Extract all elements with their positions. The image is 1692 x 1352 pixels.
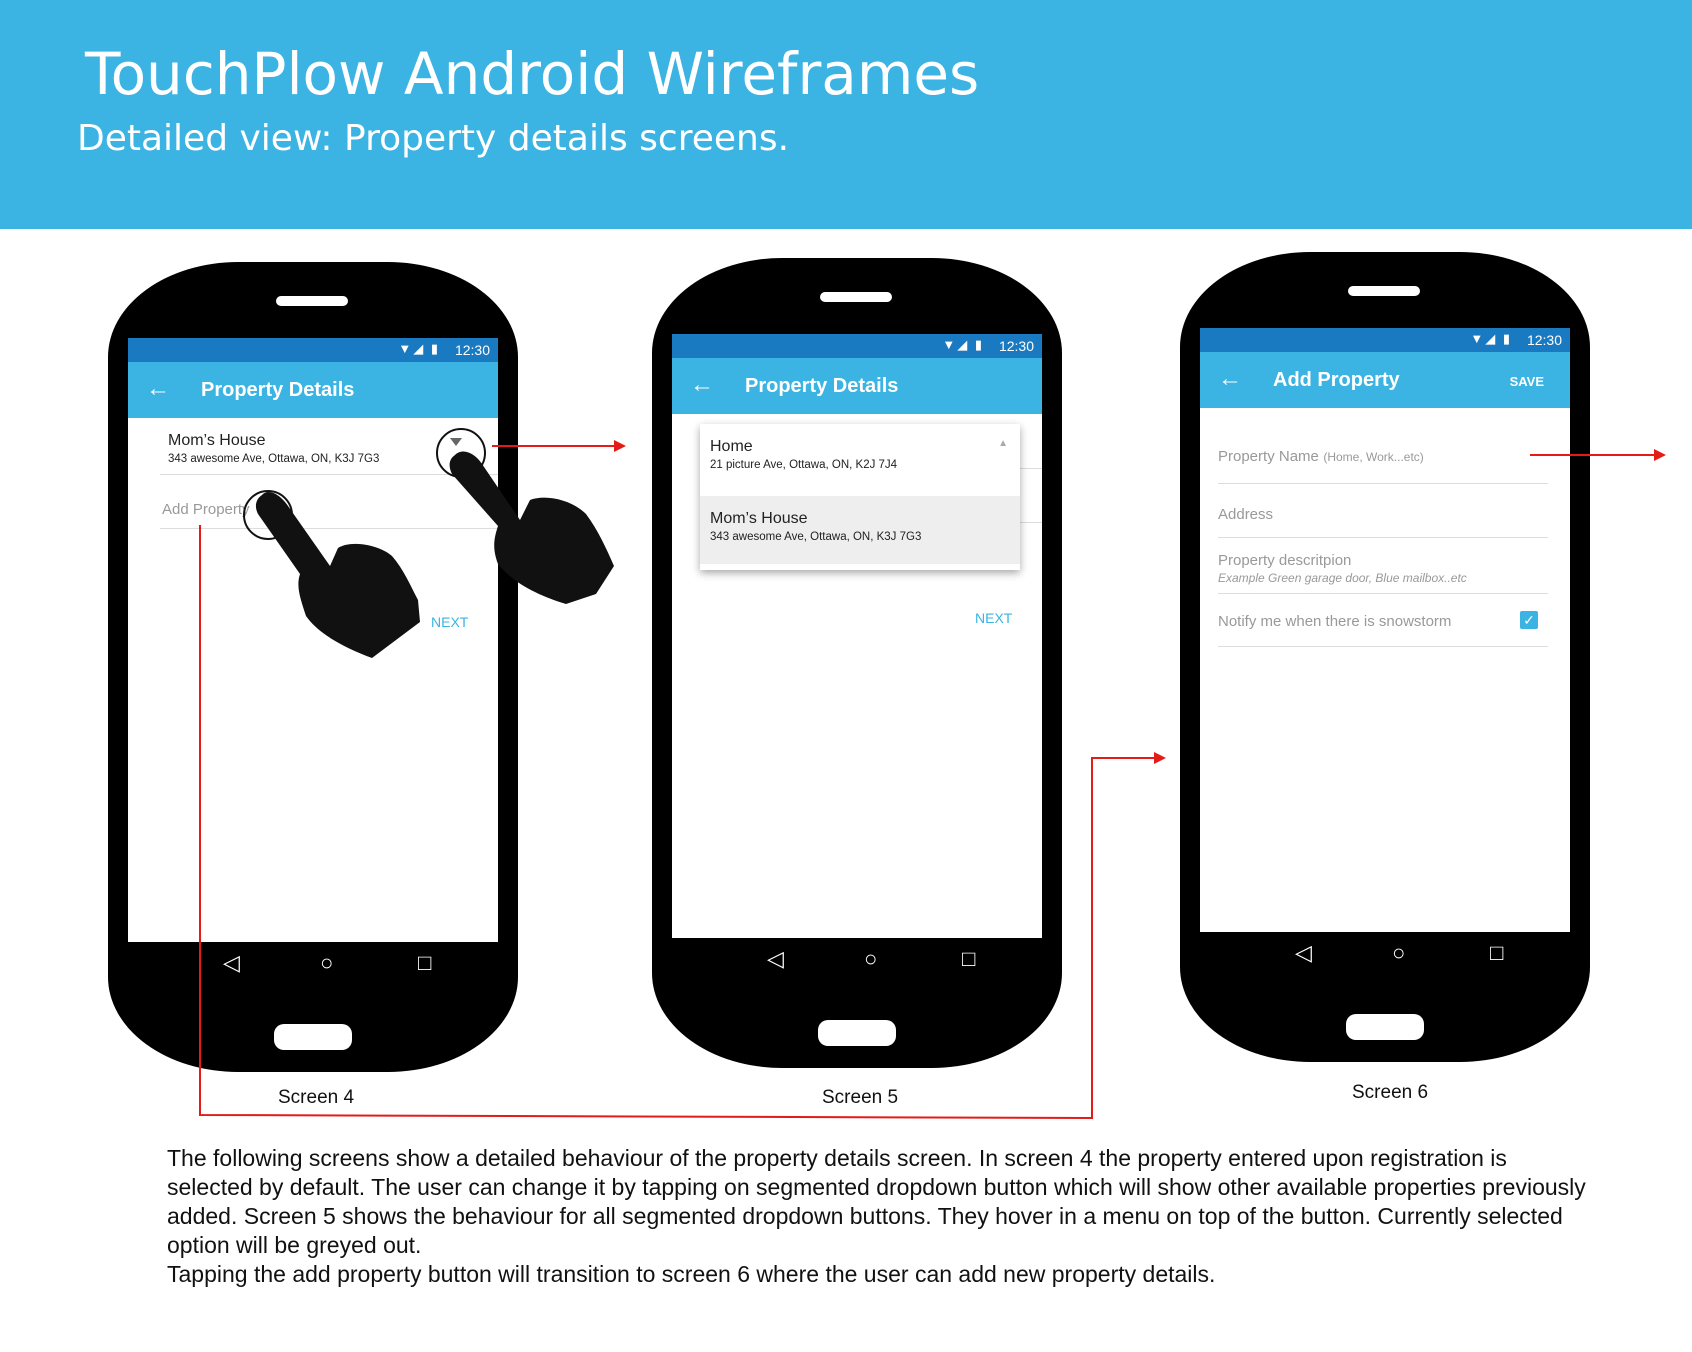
screen-4: ▼◢ ▮ 12:30 ← Property Details Mom’s Hous…	[128, 338, 498, 942]
app-bar: ← Property Details	[672, 358, 1042, 414]
next-button[interactable]: NEXT	[431, 614, 468, 630]
description-paragraph: The following screens show a detailed be…	[167, 1145, 1586, 1258]
option-address: 21 picture Ave, Ottawa, ON, K2J 7J4	[710, 459, 898, 471]
home-nav-icon[interactable]: ○	[320, 950, 333, 976]
app-title: Add Property	[1273, 369, 1400, 391]
status-time: 12:30	[454, 342, 490, 358]
description-field[interactable]: Property descritpion Example Green garag…	[1218, 552, 1548, 594]
phone-home-button	[818, 1020, 896, 1046]
menu-option-home[interactable]: Home 21 picture Ave, Ottawa, ON, K2J 7J4	[700, 424, 1020, 492]
app-bar: ← Property Details	[128, 362, 498, 418]
phone-screen-4: ▼◢ ▮ 12:30 ← Property Details Mom’s Hous…	[108, 262, 518, 1072]
tap-indicator-circle	[436, 428, 486, 478]
description-text: The following screens show a detailed be…	[167, 1144, 1587, 1289]
screen-6-caption: Screen 6	[1352, 1082, 1429, 1103]
property-name-hint: (Home, Work...etc)	[1323, 450, 1424, 464]
add-property-button[interactable]: Add Property	[162, 501, 250, 518]
screen-5: ▼◢ ▮ 12:30 ← Property Details ▲ Home 21 …	[672, 334, 1042, 938]
address-field[interactable]: Address	[1218, 506, 1548, 538]
status-bar: ▼◢ ▮ 12:30	[672, 334, 1042, 358]
back-arrow-icon[interactable]: ←	[146, 375, 170, 403]
option-name: Mom’s House	[710, 510, 808, 527]
page-title: TouchPlow Android Wireframes	[85, 40, 980, 108]
status-icons: ▼◢ ▮	[1470, 331, 1512, 346]
notify-label: Notify me when there is snowstorm	[1218, 613, 1452, 630]
property-address: 343 awesome Ave, Ottawa, ON, K3J 7G3	[168, 453, 380, 465]
phone-home-button	[274, 1024, 352, 1050]
status-time: 12:30	[998, 338, 1034, 354]
save-button[interactable]: SAVE	[1510, 374, 1544, 389]
back-nav-icon[interactable]: ◁	[223, 950, 240, 976]
dropdown-menu: ▲ Home 21 picture Ave, Ottawa, ON, K2J 7…	[700, 424, 1020, 570]
app-title: Property Details	[201, 379, 355, 401]
nav-bar: ◁ ○ □	[1200, 932, 1570, 992]
address-label: Address	[1218, 506, 1274, 523]
status-time: 12:30	[1526, 332, 1562, 348]
status-bar: ▼◢ ▮ 12:30	[128, 338, 498, 362]
phone-home-button	[1346, 1014, 1424, 1040]
description-example: Example Green garage door, Blue mailbox.…	[1218, 571, 1467, 585]
phone-speaker	[1348, 286, 1420, 296]
notify-row[interactable]: Notify me when there is snowstorm ✓	[1218, 611, 1548, 647]
app-title: Property Details	[745, 375, 899, 397]
status-icons: ▼◢ ▮	[398, 341, 440, 356]
tap-indicator-circle	[243, 490, 293, 540]
property-name-label: Property Name	[1218, 448, 1319, 465]
screen-5-caption: Screen 5	[822, 1087, 899, 1108]
page-header: TouchPlow Android Wireframes Detailed vi…	[0, 0, 1692, 229]
property-name: Mom’s House	[168, 432, 266, 449]
recents-nav-icon[interactable]: □	[418, 950, 431, 976]
app-bar: ← Add Property SAVE	[1200, 352, 1570, 408]
next-button[interactable]: NEXT	[975, 610, 1012, 626]
recents-nav-icon[interactable]: □	[1490, 940, 1503, 966]
page-subtitle: Detailed view: Property details screens.	[77, 118, 790, 159]
property-name-field[interactable]: Property Name (Home, Work...etc)	[1218, 448, 1548, 484]
recents-nav-icon[interactable]: □	[962, 946, 975, 972]
back-arrow-icon[interactable]: ←	[1218, 365, 1242, 393]
menu-option-moms-house[interactable]: Mom’s House 343 awesome Ave, Ottawa, ON,…	[700, 496, 1020, 564]
status-bar: ▼◢ ▮ 12:30	[1200, 328, 1570, 352]
description-label: Property descritpion	[1218, 552, 1352, 569]
phone-speaker	[276, 296, 348, 306]
nav-bar: ◁ ○ □	[128, 942, 498, 1002]
nav-bar: ◁ ○ □	[672, 938, 1042, 998]
screen-4-caption: Screen 4	[278, 1087, 355, 1108]
back-nav-icon[interactable]: ◁	[1295, 940, 1312, 966]
phone-screen-5: ▼◢ ▮ 12:30 ← Property Details ▲ Home 21 …	[652, 258, 1062, 1068]
property-dropdown[interactable]: Mom’s House 343 awesome Ave, Ottawa, ON,…	[168, 432, 379, 465]
description-paragraph: Tapping the add property button will tra…	[167, 1261, 1216, 1287]
back-arrow-icon[interactable]: ←	[690, 371, 714, 399]
home-nav-icon[interactable]: ○	[1392, 940, 1405, 966]
status-icons: ▼◢ ▮	[942, 337, 984, 352]
notify-checkbox[interactable]: ✓	[1520, 611, 1538, 629]
phone-screen-6: ▼◢ ▮ 12:30 ← Add Property SAVE Property …	[1180, 252, 1590, 1062]
screen-6: ▼◢ ▮ 12:30 ← Add Property SAVE Property …	[1200, 328, 1570, 932]
home-nav-icon[interactable]: ○	[864, 946, 877, 972]
back-nav-icon[interactable]: ◁	[767, 946, 784, 972]
divider	[160, 528, 498, 529]
phone-speaker	[820, 292, 892, 302]
option-address: 343 awesome Ave, Ottawa, ON, K3J 7G3	[710, 531, 922, 543]
option-name: Home	[710, 438, 753, 455]
